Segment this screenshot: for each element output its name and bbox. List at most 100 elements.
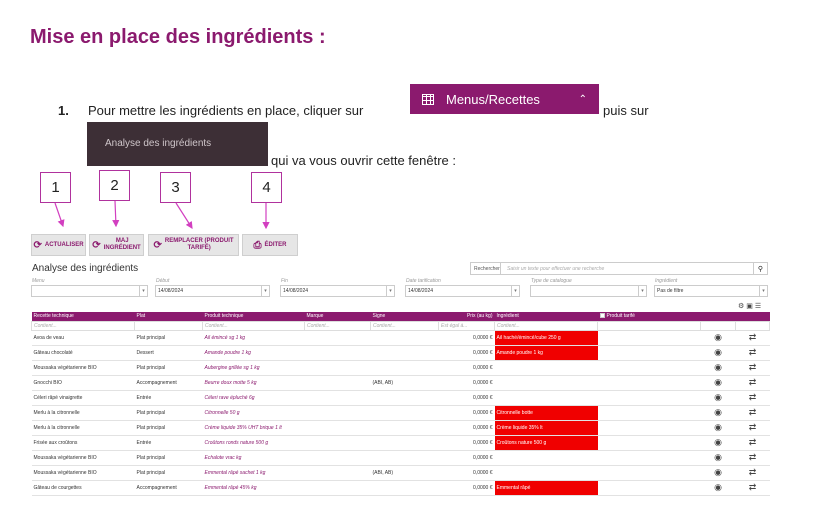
cell-produit: Ail émincé sg 1 kg <box>202 330 305 346</box>
table-row[interactable]: Avoa de veau Plat principal Ail émincé sg … <box>31 330 770 346</box>
eye-icon[interactable]: ◉ <box>700 420 736 436</box>
printer-icon: ⎙ <box>253 239 262 251</box>
table-row[interactable]: Céleri râpé vinaigrette Entrée Céleri rave… <box>31 390 770 406</box>
columns-icon[interactable]: ☰ <box>755 303 763 310</box>
cell-recette: Merlu à la citronnelle <box>31 420 135 436</box>
editer-button[interactable]: ⎙ ÉDITER <box>242 234 298 256</box>
dropdown-icon: ▾ <box>139 286 147 296</box>
cell-plat: Plat principal <box>134 420 203 436</box>
analyse-ingredients-button[interactable]: Analyse des ingrédients <box>87 122 268 166</box>
eye-icon[interactable]: ◉ <box>700 450 736 466</box>
actualiser-button[interactable]: ⟳ ACTUALISER <box>31 234 86 256</box>
menu-filter-select[interactable]: ▾ <box>31 285 148 297</box>
callout-4: 4 <box>251 172 282 203</box>
date-tarification-field[interactable]: 14/08/2024 ▾ <box>405 285 520 297</box>
calendar-dropdown-icon[interactable]: ▾ <box>386 286 394 296</box>
cell-prix: 0,0000 € <box>438 390 495 406</box>
search-icon[interactable]: ⚲ <box>753 263 767 274</box>
cell-ingredient: Ail haché/émincé/cube 250 g <box>494 330 598 346</box>
swap-arrows-icon[interactable]: ⇄ <box>735 480 770 496</box>
eye-icon[interactable]: ◉ <box>700 405 736 421</box>
debut-date-field[interactable]: 14/08/2024 ▾ <box>155 285 270 297</box>
step-text-3: qui va vous ouvrir cette fenêtre : <box>271 153 456 168</box>
calendar-dropdown-icon[interactable]: ▾ <box>511 286 519 296</box>
col-plat[interactable]: Plat <box>134 312 203 321</box>
table-row[interactable]: Frisée aux croûtons Entrée Croûtons ronds … <box>31 435 770 451</box>
table-row[interactable]: Moussaka végétarienne BIO Plat principal E… <box>31 450 770 466</box>
cell-signe <box>370 360 439 376</box>
cell-marque <box>304 420 371 436</box>
swap-arrows-icon[interactable]: ⇄ <box>735 450 770 466</box>
cell-plat: Plat principal <box>134 360 203 376</box>
cell-plat: Plat principal <box>134 465 203 481</box>
maj-ingredient-button[interactable]: ⟳ MAJ INGRÉDIENT <box>89 234 144 256</box>
swap-arrows-icon[interactable]: ⇄ <box>735 420 770 436</box>
callout-1: 1 <box>40 172 71 203</box>
filter-cell[interactable] <box>597 320 701 331</box>
table-row[interactable]: Gâteau de courgettes Accompagnement Emment… <box>31 480 770 496</box>
type-catalogue-select[interactable]: ▾ <box>530 285 647 297</box>
cell-ingredient <box>494 360 598 376</box>
filter-cell[interactable]: Contient... <box>494 320 598 331</box>
col-produit[interactable]: Produit technique <box>202 312 305 321</box>
swap-arrows-icon[interactable]: ⇄ <box>735 360 770 376</box>
swap-arrows-icon[interactable]: ⇄ <box>735 390 770 406</box>
filter-cell[interactable]: Contient... <box>202 320 305 331</box>
table-row[interactable]: Merlu à la citronnelle Plat principal Citr… <box>31 405 770 421</box>
cell-produit-tarife <box>597 330 701 346</box>
filter-cell[interactable] <box>134 320 203 331</box>
swap-arrows-icon[interactable]: ⇄ <box>735 375 770 391</box>
search-bar[interactable]: Rechercher Saisir un texte pour effectue… <box>470 262 768 275</box>
col-produit-tarife[interactable]: Produit tarifé <box>597 312 701 321</box>
filter-cell[interactable]: Contient... <box>370 320 439 331</box>
table-row[interactable]: Merlu à la citronnelle Plat principal Crèm… <box>31 420 770 436</box>
cell-recette: Moussaka végétarienne BIO <box>31 465 135 481</box>
calendar-dropdown-icon[interactable]: ▾ <box>261 286 269 296</box>
eye-icon[interactable]: ◉ <box>700 465 736 481</box>
date-tarification-value: 14/08/2024 <box>408 288 434 294</box>
swap-arrows-icon[interactable]: ⇄ <box>735 405 770 421</box>
cell-marque <box>304 360 371 376</box>
cell-prix: 0,0000 € <box>438 465 495 481</box>
col-ingredient[interactable]: Ingrédient <box>494 312 598 321</box>
filter-cell[interactable]: Est égal à... <box>438 320 495 331</box>
cell-recette: Gâteau de courgettes <box>31 480 135 496</box>
editer-label: ÉDITER <box>264 241 287 248</box>
swap-arrows-icon[interactable]: ⇄ <box>735 330 770 346</box>
eye-icon[interactable]: ◉ <box>700 375 736 391</box>
eye-icon[interactable]: ◉ <box>700 330 736 346</box>
cell-produit-tarife <box>597 450 701 466</box>
cell-signe <box>370 405 439 421</box>
eye-icon[interactable]: ◉ <box>700 360 736 376</box>
eye-icon[interactable]: ◉ <box>700 480 736 496</box>
checkbox[interactable] <box>599 313 605 319</box>
cell-recette: Merlu à la citronnelle <box>31 405 135 421</box>
col-prix[interactable]: Prix (au kg) <box>438 312 495 321</box>
filter-cell[interactable]: Contient... <box>304 320 371 331</box>
swap-arrows-icon[interactable]: ⇄ <box>735 435 770 451</box>
table-row[interactable]: Gnocchi BIO Accompagnement Beurre doux mot… <box>31 375 770 391</box>
eye-icon[interactable]: ◉ <box>700 435 736 451</box>
table-row[interactable]: Moussaka végétarienne BIO Plat principal E… <box>31 465 770 481</box>
col-signe[interactable]: Signe <box>370 312 439 321</box>
eye-icon[interactable]: ◉ <box>700 390 736 406</box>
cell-recette: Céleri râpé vinaigrette <box>31 390 135 406</box>
swap-arrows-icon[interactable]: ⇄ <box>735 345 770 361</box>
eye-icon[interactable]: ◉ <box>700 345 736 361</box>
filter-cell[interactable]: Contient... <box>31 320 135 331</box>
menus-recettes-button[interactable]: Menus/Recettes ⌃ <box>410 84 599 114</box>
table-row[interactable]: Moussaka végétarienne BIO Plat principal A… <box>31 360 770 376</box>
col-marque[interactable]: Marque <box>304 312 371 321</box>
col-recette[interactable]: Recette technique <box>31 312 135 321</box>
ingredient-filter-select[interactable]: Pas de filtre ▾ <box>654 285 768 297</box>
save-icon[interactable]: ▣ <box>746 303 755 310</box>
cell-marque <box>304 465 371 481</box>
swap-arrows-icon[interactable]: ⇄ <box>735 465 770 481</box>
search-input[interactable]: Saisir un texte pour effectuer une reche… <box>501 266 753 272</box>
remplacer-produit-button[interactable]: ⟳ REMPLACER (PRODUIT TARIFÉ) <box>148 234 239 256</box>
table-row[interactable]: Gâteau chocolaté Dessert Amande poudre 1 k… <box>31 345 770 361</box>
cell-produit-tarife <box>597 465 701 481</box>
cell-produit: Emmental râpé 45% kg <box>202 480 305 496</box>
fin-date-field[interactable]: 14/08/2024 ▾ <box>280 285 395 297</box>
cell-marque <box>304 405 371 421</box>
